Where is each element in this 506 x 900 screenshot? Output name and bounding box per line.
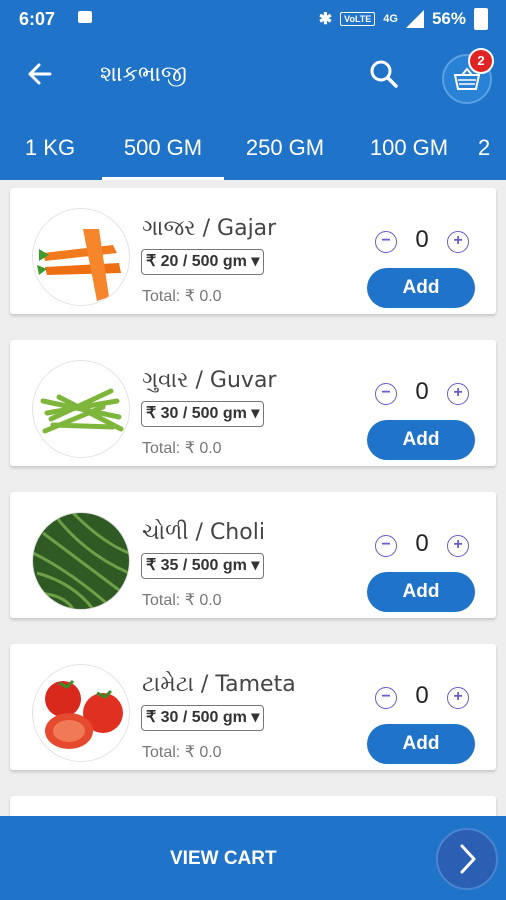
price-dropdown[interactable]: ₹ 35 / 500 gm ▾ [141,553,265,579]
add-button[interactable]: Add [367,268,475,308]
cluster-beans-image [32,360,130,458]
page-title: શાકભાજી [100,62,187,87]
back-arrow-icon[interactable] [22,56,58,92]
chevron-right-icon [460,844,476,874]
product-name: ચોળી / Choli [142,520,265,545]
bottom-bar: VIEW CART [0,816,506,900]
search-icon[interactable] [366,56,402,92]
tab-100gm[interactable]: 100 GM [348,114,470,180]
decrease-quantity-button[interactable]: − [375,383,397,405]
add-button[interactable]: Add [367,420,475,460]
cart-button[interactable]: 2 [442,48,494,104]
status-icons: ✱ VoLTE 4G 56% [319,8,488,30]
decrease-quantity-button[interactable]: − [375,535,397,557]
volte-icon: VoLTE [340,12,376,26]
product-name: ગાજર / Gajar [142,216,277,241]
product-card: ગાજર / Gajar ₹ 20 / 500 gm ▾ Total: ₹ 0.… [10,188,496,314]
status-bar: 6:07 ✱ VoLTE 4G 56% [0,0,506,38]
tab-500gm[interactable]: 500 GM [102,114,224,180]
quantity-value: 0 [415,226,429,253]
product-name: ગુવાર / Guvar [142,368,277,393]
product-total: Total: ₹ 0.0 [142,288,222,305]
add-button[interactable]: Add [367,572,475,612]
tomatoes-image [32,664,130,762]
tab-250gm[interactable]: 250 GM [224,114,346,180]
decrease-quantity-button[interactable]: − [375,687,397,709]
quantity-value: 0 [415,530,429,557]
product-card: ચોળી / Choli ₹ 35 / 500 gm ▾ Total: ₹ 0.… [10,492,496,618]
increase-quantity-button[interactable]: + [447,535,469,557]
quantity-value: 0 [415,682,429,709]
battery-percent: 56% [431,9,466,28]
increase-quantity-button[interactable]: + [447,687,469,709]
product-name: ટામેટા / Tameta [142,672,296,697]
signal-icon [405,10,424,28]
next-button[interactable] [436,828,498,890]
increase-quantity-button[interactable]: + [447,383,469,405]
weight-tabs: 1 KG 500 GM 250 GM 100 GM 2 [0,114,506,180]
quantity-value: 0 [415,378,429,405]
product-card-partial [10,796,496,816]
status-time: 6:07 [19,9,56,29]
product-total: Total: ₹ 0.0 [142,440,222,457]
cart-count-badge: 2 [468,48,494,74]
price-dropdown[interactable]: ₹ 30 / 500 gm ▾ [141,401,265,427]
add-button[interactable]: Add [367,724,475,764]
image-notification-icon [78,11,92,23]
battery-icon [474,8,488,30]
tab-next-partial[interactable]: 2 [478,114,506,180]
tab-1kg[interactable]: 1 KG [0,114,100,180]
bluetooth-icon: ✱ [318,11,333,28]
app-bar: શાકભાજી 2 [0,38,506,114]
price-dropdown[interactable]: ₹ 20 / 500 gm ▾ [141,249,265,275]
long-beans-image [32,512,130,610]
product-list: ગાજર / Gajar ₹ 20 / 500 gm ▾ Total: ₹ 0.… [0,180,506,816]
product-total: Total: ₹ 0.0 [142,592,222,609]
decrease-quantity-button[interactable]: − [375,231,397,253]
product-total: Total: ₹ 0.0 [142,744,222,761]
carrots-image [32,208,130,306]
network-type: 4G [383,13,398,25]
product-card: ટામેટા / Tameta ₹ 30 / 500 gm ▾ Total: ₹… [10,644,496,770]
product-card: ગુવાર / Guvar ₹ 30 / 500 gm ▾ Total: ₹ 0… [10,340,496,466]
increase-quantity-button[interactable]: + [447,231,469,253]
price-dropdown[interactable]: ₹ 30 / 500 gm ▾ [141,705,265,731]
view-cart-button[interactable]: VIEW CART [170,848,277,870]
